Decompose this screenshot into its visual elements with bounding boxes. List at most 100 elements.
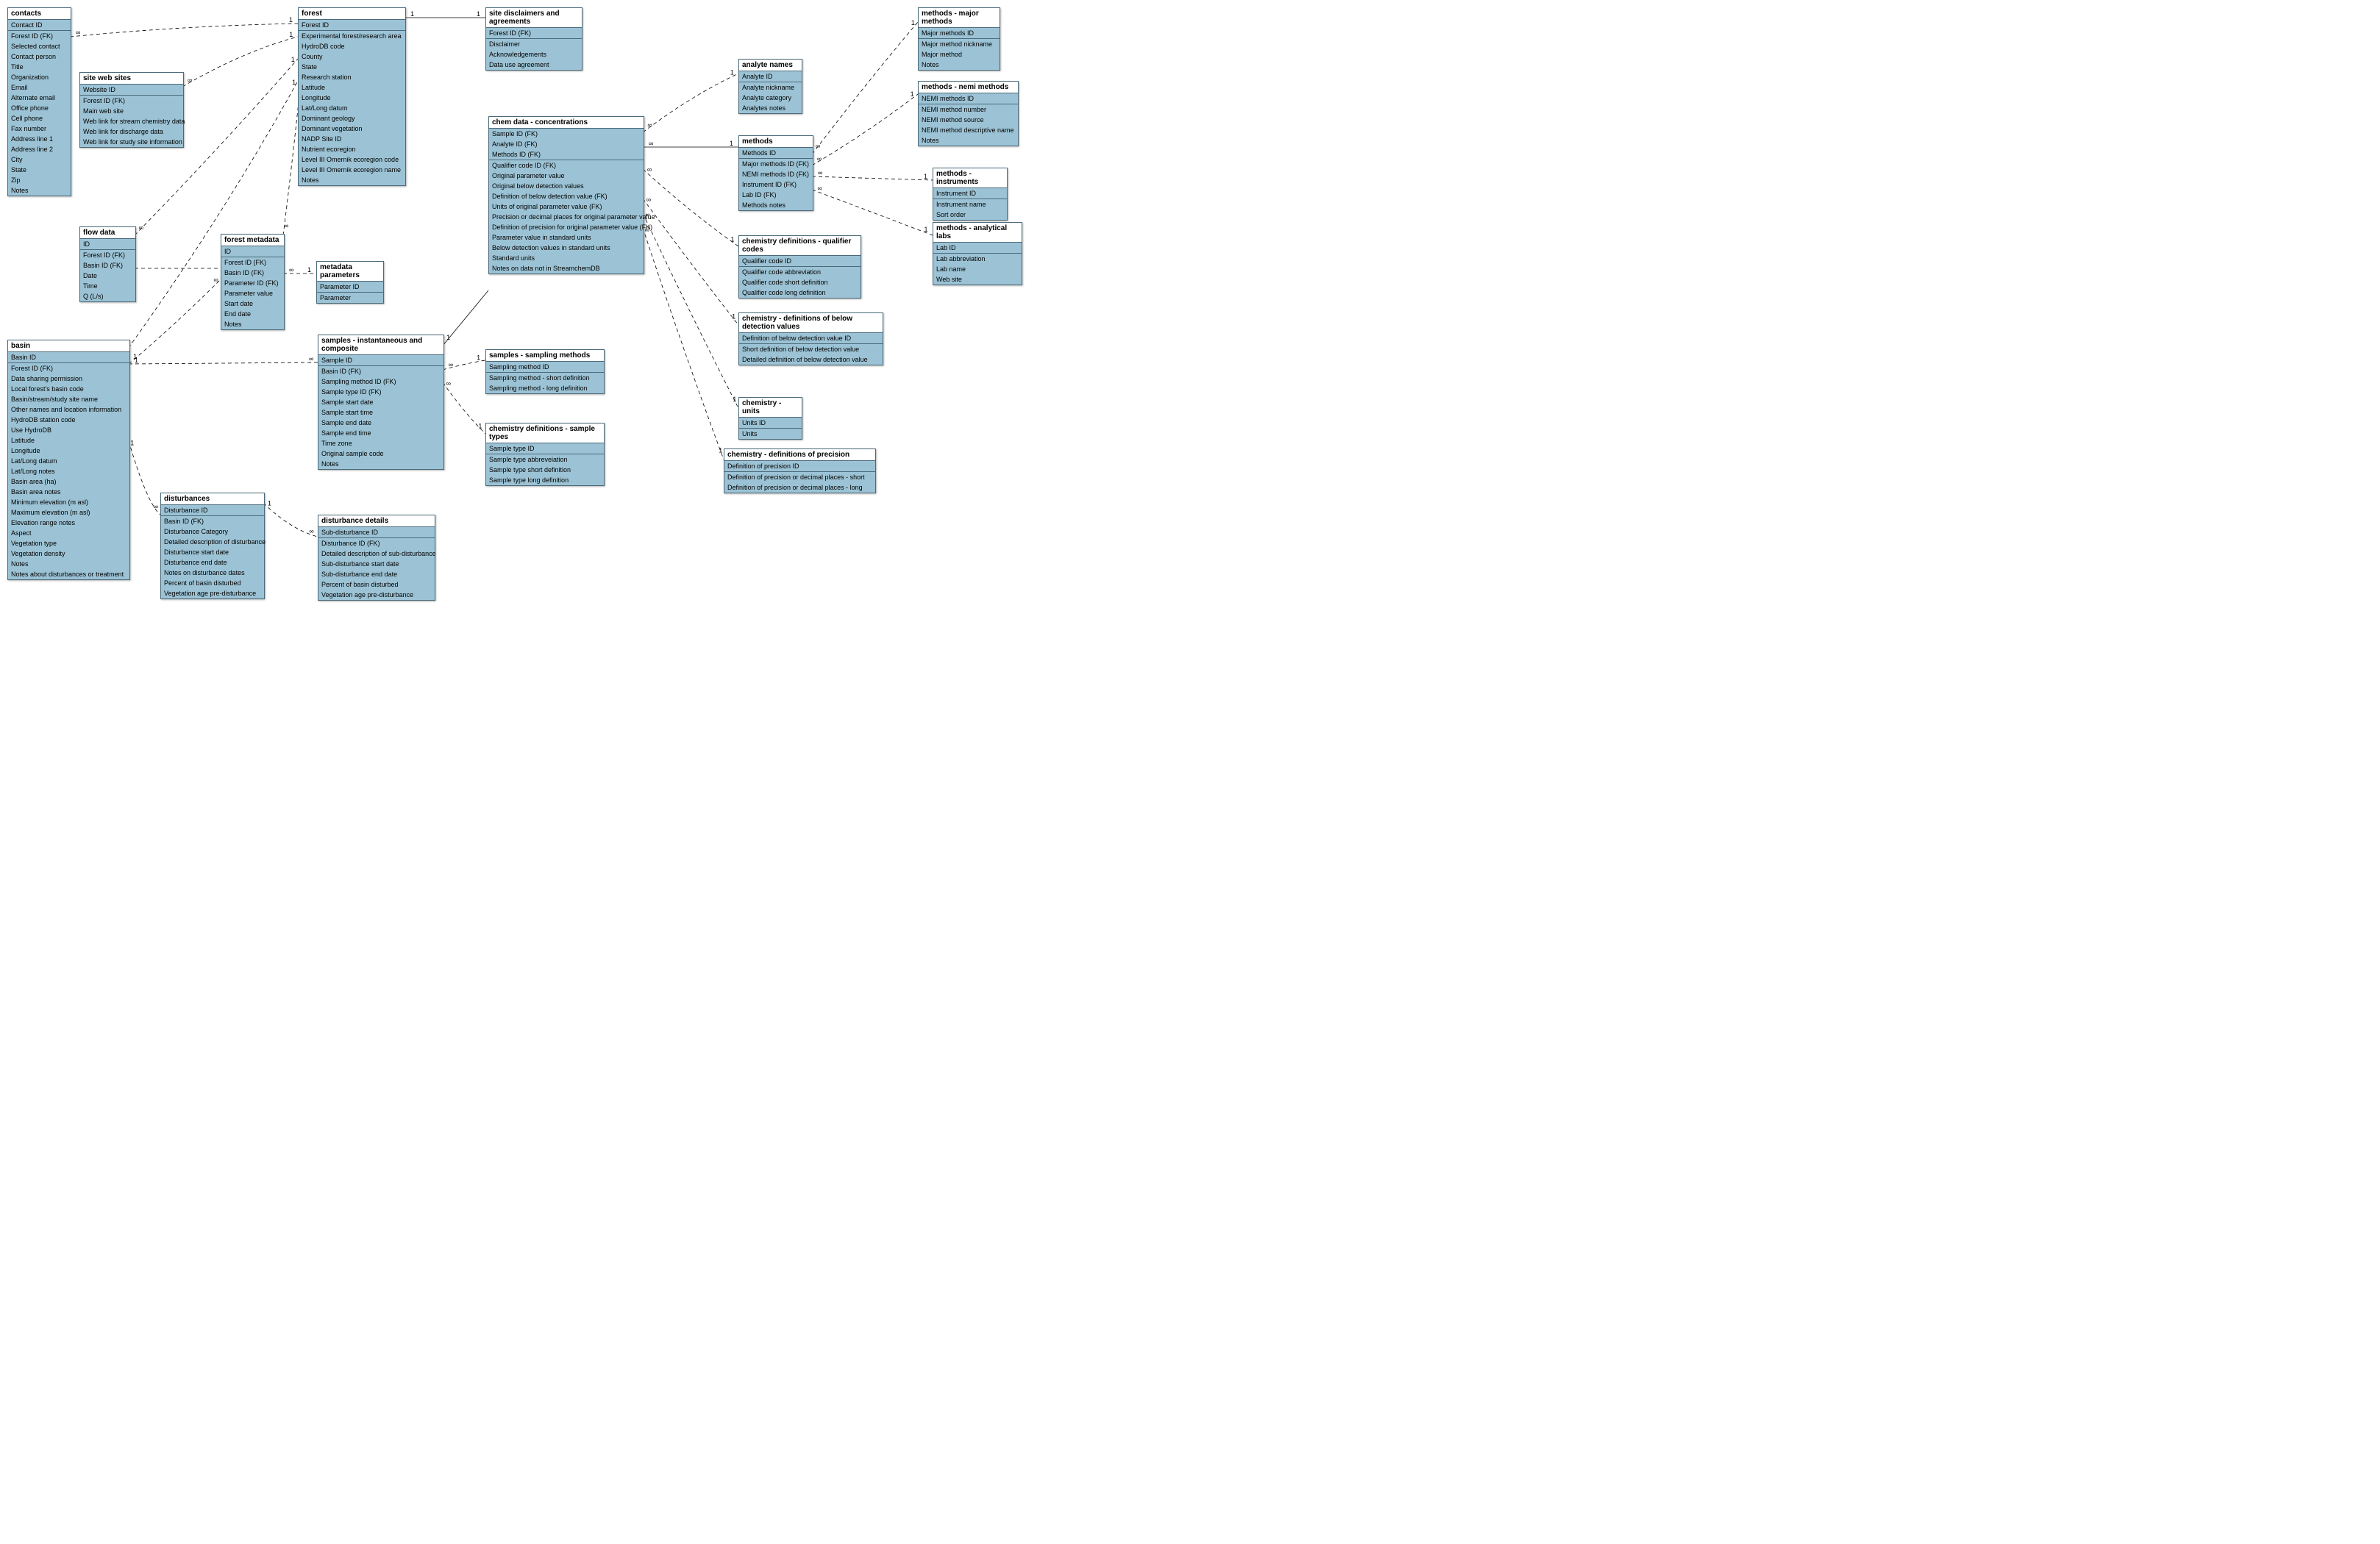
field: Sampling method - long definition xyxy=(486,383,604,393)
relationship-line xyxy=(443,290,488,346)
pk-field: ID xyxy=(221,246,284,257)
field: Definition of precision or decimal place… xyxy=(724,472,875,482)
pk-field: Disturbance ID xyxy=(161,505,264,515)
pk-field: Major methods ID xyxy=(919,28,1000,38)
entity-basin[interactable]: basinBasin IDForest ID (FK)Data sharing … xyxy=(7,340,130,580)
field: Alternate email xyxy=(8,93,71,103)
field: Analyte nickname xyxy=(739,82,802,93)
cardinality-label: 1 xyxy=(911,19,915,26)
field: Basin ID (FK) xyxy=(221,268,284,278)
cardinality-label: ∞ xyxy=(647,121,652,129)
field: Forest ID (FK) xyxy=(80,96,183,106)
entity-below_detection[interactable]: chemistry - definitions of below detecti… xyxy=(738,312,883,365)
entity-title: chem data - concentrations xyxy=(489,117,644,129)
field: Notes on disturbance dates xyxy=(161,568,264,578)
field: NEMI methods ID (FK) xyxy=(739,169,813,179)
field: Sample type ID (FK) xyxy=(318,387,443,397)
entity-title: chemistry - definitions of precision xyxy=(724,449,875,461)
field: Forest ID (FK) xyxy=(80,250,135,260)
entity-qualifier_codes[interactable]: chemistry definitions - qualifier codesQ… xyxy=(738,235,861,299)
field: Basin ID (FK) xyxy=(161,516,264,526)
cardinality-label: 1 xyxy=(135,357,138,364)
field: Start date xyxy=(221,299,284,309)
entity-title: basin xyxy=(8,340,129,352)
entity-sampling_methods[interactable]: samples - sampling methods Sampling metho… xyxy=(485,349,605,394)
field: Parameter value xyxy=(221,288,284,299)
field: Methods notes xyxy=(739,200,813,210)
field: Parameter xyxy=(317,293,383,303)
field: Notes xyxy=(8,185,71,196)
field: Nutrient ecoregion xyxy=(299,144,405,154)
field: Qualifier code short definition xyxy=(739,277,861,287)
relationship-line xyxy=(812,190,933,235)
cardinality-label: 1 xyxy=(924,226,928,233)
field: Below detection values in standard units xyxy=(489,243,644,253)
entity-forest_metadata[interactable]: forest metadataIDForest ID (FK)Basin ID … xyxy=(221,234,285,330)
field: Main web site xyxy=(80,106,183,116)
entity-title: samples - sampling methods xyxy=(486,350,604,362)
field: Other names and location information xyxy=(8,404,129,415)
entity-major_methods[interactable]: methods - major methodsMajor methods IDM… xyxy=(918,7,1000,71)
field: Precision or decimal places for original… xyxy=(489,212,644,222)
entity-sample_types[interactable]: chemistry definitions - sample typesSamp… xyxy=(485,423,605,486)
field: Level III Omernik ecoregion name xyxy=(299,165,405,175)
field: Units xyxy=(739,429,802,439)
cardinality-label: ∞ xyxy=(309,355,313,362)
field: Lab name xyxy=(933,264,1022,274)
field: Fax number xyxy=(8,124,71,134)
entity-samples[interactable]: samples - instantaneous and compositeSam… xyxy=(318,335,444,470)
entity-title: chemistry definitions - sample types xyxy=(486,423,604,443)
field: Notes xyxy=(221,319,284,329)
relationship-line xyxy=(129,279,221,364)
entity-analytical_labs[interactable]: methods - analytical labsLab IDLab abbre… xyxy=(933,222,1022,285)
entity-title: forest metadata xyxy=(221,235,284,246)
entity-chem_data[interactable]: chem data - concentrationsSample ID (FK)… xyxy=(488,116,644,274)
pk-field: Methods ID (FK) xyxy=(489,149,644,160)
cardinality-label: ∞ xyxy=(649,140,653,147)
relationship-line xyxy=(643,228,724,460)
entity-title: contacts xyxy=(8,8,71,20)
entity-title: chemistry - units xyxy=(739,398,802,418)
entity-metadata_parameters[interactable]: metadata parametersParameter IDParameter xyxy=(316,261,384,304)
field: Original parameter value xyxy=(489,171,644,181)
entity-site_disclaimers[interactable]: site disclaimers and agreementsForest ID… xyxy=(485,7,582,71)
pk-field: Basin ID xyxy=(8,352,129,362)
entity-analyte_names[interactable]: analyte namesAnalyte IDAnalyte nicknameA… xyxy=(738,59,802,114)
entity-site_web_sites[interactable]: site web sitesWebsite IDForest ID (FK)Ma… xyxy=(79,72,184,148)
cardinality-label: ∞ xyxy=(817,155,822,162)
field: Aspect xyxy=(8,528,129,538)
entity-disturbances[interactable]: disturbancesDisturbance IDBasin ID (FK)D… xyxy=(160,493,265,599)
entity-nemi_methods[interactable]: methods - nemi methodsNEMI methods IDNEM… xyxy=(918,81,1019,146)
pk-field: Definition of precision ID xyxy=(724,461,875,471)
field: Instrument name xyxy=(933,199,1007,210)
field: Original sample code xyxy=(318,448,443,459)
cardinality-label: 1 xyxy=(477,354,480,361)
cardinality-label: 1 xyxy=(446,334,450,341)
field: Notes on data not in StreamchemDB xyxy=(489,263,644,274)
relationship-line xyxy=(643,169,738,246)
entity-instruments[interactable]: methods - instrumentsInstrument IDInstru… xyxy=(933,168,1008,221)
field: Lab ID (FK) xyxy=(739,190,813,200)
entity-precision[interactable]: chemistry - definitions of precisionDefi… xyxy=(724,448,876,493)
entity-forest[interactable]: forestForest IDExperimental forest/resea… xyxy=(298,7,406,186)
pk-field: Sample type ID xyxy=(486,443,604,454)
field: Definition of below detection value (FK) xyxy=(489,191,644,201)
field: End date xyxy=(221,309,284,319)
cardinality-label: 1 xyxy=(730,140,733,147)
pk-field: Contact ID xyxy=(8,20,71,30)
pk-field: Lab ID xyxy=(933,243,1022,253)
entity-disturbance_details[interactable]: disturbance detailsSub-disturbance IDDis… xyxy=(318,515,435,601)
field: Cell phone xyxy=(8,113,71,124)
entity-contacts[interactable]: contactsContact IDForest ID (FK)Selected… xyxy=(7,7,71,196)
field: Maximum elevation (m asl) xyxy=(8,507,129,518)
relationship-line xyxy=(812,176,933,180)
entity-title: flow data xyxy=(80,227,135,239)
entity-title: methods - nemi methods xyxy=(919,82,1018,93)
field: Notes xyxy=(318,459,443,469)
cardinality-label: ∞ xyxy=(188,76,192,84)
entity-title: site web sites xyxy=(80,73,183,85)
entity-units[interactable]: chemistry - unitsUnits IDUnits xyxy=(738,397,802,440)
field: Definition of precision for original par… xyxy=(489,222,644,232)
entity-methods[interactable]: methodsMethods IDMajor methods ID (FK)NE… xyxy=(738,135,813,211)
entity-flow_data[interactable]: flow dataIDForest ID (FK)Basin ID (FK)Da… xyxy=(79,226,136,302)
